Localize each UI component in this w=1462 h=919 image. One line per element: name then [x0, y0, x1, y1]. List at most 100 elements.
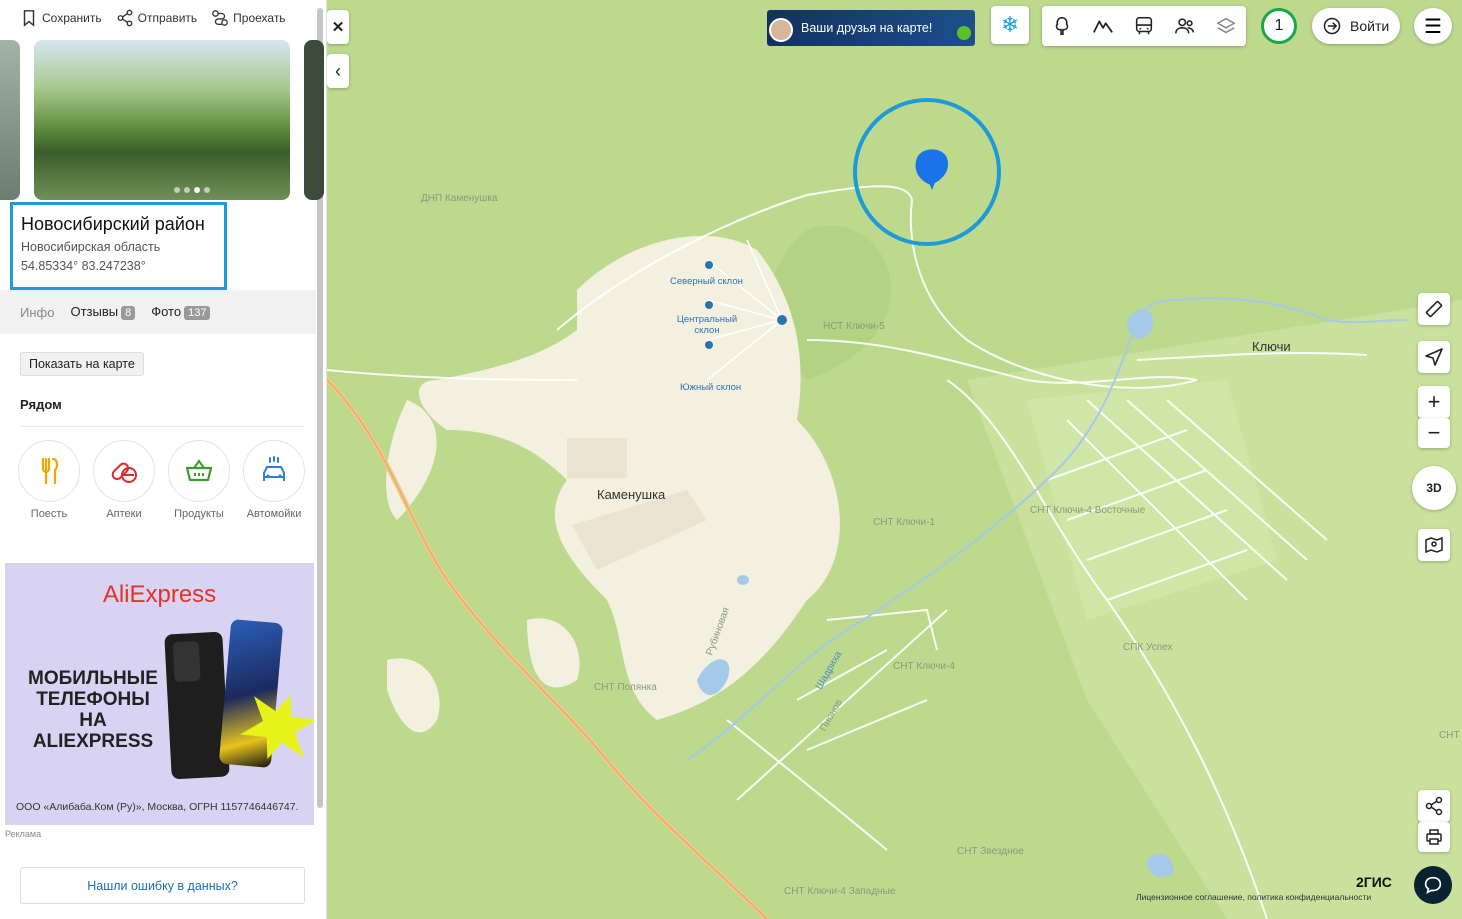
save-label: Сохранить: [42, 11, 102, 25]
friends-icon[interactable]: [1174, 15, 1196, 37]
share-icon: [117, 9, 133, 27]
bookmark-icon: [23, 10, 35, 27]
map-label-snt-be: СНТ Бе: [1439, 730, 1462, 741]
place-coordinates[interactable]: 54.85334° 83.247238°: [21, 259, 216, 273]
map-label-spk: СПК Успех: [1123, 642, 1173, 653]
login-button[interactable]: Войти: [1312, 8, 1400, 44]
photo-main[interactable]: [34, 40, 290, 200]
mountain-icon[interactable]: [1092, 15, 1114, 37]
photo-carousel[interactable]: [0, 40, 324, 200]
place-region: Новосибирская область: [21, 240, 161, 254]
plus-icon: +: [1427, 389, 1441, 414]
save-button[interactable]: Сохранить: [20, 9, 102, 27]
nearby-heading: Рядом: [20, 397, 62, 412]
minus-icon: −: [1427, 420, 1441, 445]
route-icon: [212, 10, 229, 26]
share-icon: [1425, 796, 1443, 816]
close-card-button[interactable]: ✕: [327, 10, 349, 44]
snowflake-icon: ❄: [1000, 12, 1020, 37]
report-error-button[interactable]: Нашли ошибку в данных?: [20, 867, 305, 904]
basket-icon: [185, 459, 213, 482]
map-label-snt-zvezdnoe: СНТ Звездное: [957, 846, 1024, 857]
place-actions-bar: Сохранить Отправить Проехать: [0, 0, 320, 36]
photos-count-badge: 137: [184, 306, 211, 320]
place-card-sidebar: Сохранить Отправить Проехать Новосибирск…: [0, 0, 327, 919]
show-on-map-button[interactable]: Показать на карте: [20, 352, 144, 376]
ruler-button[interactable]: [1418, 293, 1450, 325]
food-icon: [41, 457, 59, 485]
reviews-count-badge: 8: [121, 306, 136, 320]
map-label-nst: НСТ Ключи-5: [823, 321, 885, 332]
map-label-kamenushka: Каменушка: [597, 487, 666, 502]
share-map-button[interactable]: [1418, 790, 1450, 822]
tab-photos[interactable]: Фото 137: [151, 304, 211, 320]
app-root: Сохранить Отправить Проехать Новосибирск…: [0, 0, 1462, 919]
compass-3d-label: 3D: [1426, 481, 1442, 495]
ad-label: Реклама: [5, 829, 42, 839]
advertisement-banner[interactable]: AliExpress МОБИЛЬНЫЕ ТЕЛЕФОНЫ НА ALIEXPR…: [5, 563, 314, 825]
chat-button[interactable]: [1414, 866, 1452, 904]
decor-ball-icon: [957, 26, 971, 40]
nearby-carwash-label: Автомойки: [246, 508, 302, 520]
map-pin-icon: [1425, 536, 1443, 554]
map-label-south-slope[interactable]: Южный склон: [680, 382, 741, 393]
zoom-in-button[interactable]: +: [1418, 386, 1450, 418]
nearby-groceries-label: Продукты: [174, 508, 224, 520]
map-pins-button[interactable]: [1418, 529, 1450, 561]
brand-logo: 2ГИС: [1356, 874, 1392, 890]
map-label-snt-k1: СНТ Ключи-1: [873, 517, 935, 528]
map-label-north-slope[interactable]: Северный склон: [670, 276, 743, 287]
notifications-counter[interactable]: 1: [1261, 8, 1297, 44]
map-layers-toolbar: [1042, 6, 1246, 46]
map-label-central-slope[interactable]: Центральный склон: [675, 314, 739, 336]
tab-info[interactable]: Инфо: [20, 305, 54, 320]
login-label: Войти: [1350, 18, 1390, 34]
license-link[interactable]: Лицензионное соглашение, политика конфид…: [1136, 892, 1371, 902]
print-button[interactable]: [1418, 822, 1450, 852]
collapse-sidebar-button[interactable]: ‹: [327, 54, 349, 88]
send-button[interactable]: Отправить: [116, 9, 198, 27]
tab-reviews-label: Отзывы: [70, 304, 119, 319]
my-location-button[interactable]: [1418, 341, 1450, 373]
nearby-food-label: Поесть: [30, 508, 68, 520]
pharmacy-icon: [111, 462, 137, 483]
route-button[interactable]: Проехать: [211, 9, 286, 27]
place-tabs: Инфо Отзывы 8 Фото 137: [0, 290, 316, 334]
bus-icon[interactable]: [1133, 15, 1155, 37]
navigation-arrow-icon: [1425, 348, 1443, 366]
tree-icon[interactable]: [1051, 15, 1073, 37]
nearby-pharmacy[interactable]: Аптеки: [93, 440, 155, 520]
carousel-dots: [174, 187, 210, 193]
toggle-3d-button[interactable]: 3D: [1412, 466, 1456, 510]
tab-reviews[interactable]: Отзывы 8: [70, 304, 136, 320]
send-label: Отправить: [137, 11, 198, 25]
map-label-snt-k4z: СНТ Ключи-4 Западные: [784, 886, 896, 897]
map-label-dnp: ДНП Каменушка: [421, 193, 498, 204]
photo-thumb-prev[interactable]: [0, 40, 20, 200]
winter-mode-button[interactable]: ❄: [991, 6, 1029, 44]
layers-icon[interactable]: [1215, 15, 1237, 37]
route-label: Проехать: [233, 11, 286, 25]
car-wash-icon: [263, 456, 285, 481]
ad-headline: МОБИЛЬНЫЕ ТЕЛЕФОНЫ НА ALIEXPRESS: [28, 668, 158, 752]
friends-on-map-banner[interactable]: Ваши друзья на карте!: [767, 10, 975, 46]
map-canvas[interactable]: ДНП Каменушка Северный склон Центральный…: [327, 0, 1462, 919]
friends-banner-text: Ваши друзья на карте!: [801, 21, 933, 35]
ruler-icon: [1425, 300, 1443, 318]
main-menu-button[interactable]: ☰: [1414, 8, 1452, 44]
avatar: [769, 18, 793, 42]
zoom-out-button[interactable]: −: [1418, 418, 1450, 448]
tab-photos-label: Фото: [151, 304, 182, 319]
photo-thumb-next[interactable]: [304, 40, 324, 200]
nearby-carwash[interactable]: Автомойки: [243, 440, 305, 520]
nearby-food[interactable]: Поесть: [18, 440, 80, 520]
place-header: Новосибирский район Новосибирская област…: [10, 202, 227, 290]
map-label-snt-k4: СНТ Ключи-4: [893, 661, 955, 672]
nearby-categories: Поесть Аптеки Продукты Автомойки: [18, 440, 305, 520]
chat-bubble-icon: [1424, 876, 1442, 894]
close-icon: ✕: [331, 19, 345, 36]
divider: [20, 426, 304, 427]
nearby-groceries[interactable]: Продукты: [168, 440, 230, 520]
place-title: Новосибирский район: [21, 214, 205, 234]
map-label-klyuchi: Ключи: [1252, 339, 1291, 354]
